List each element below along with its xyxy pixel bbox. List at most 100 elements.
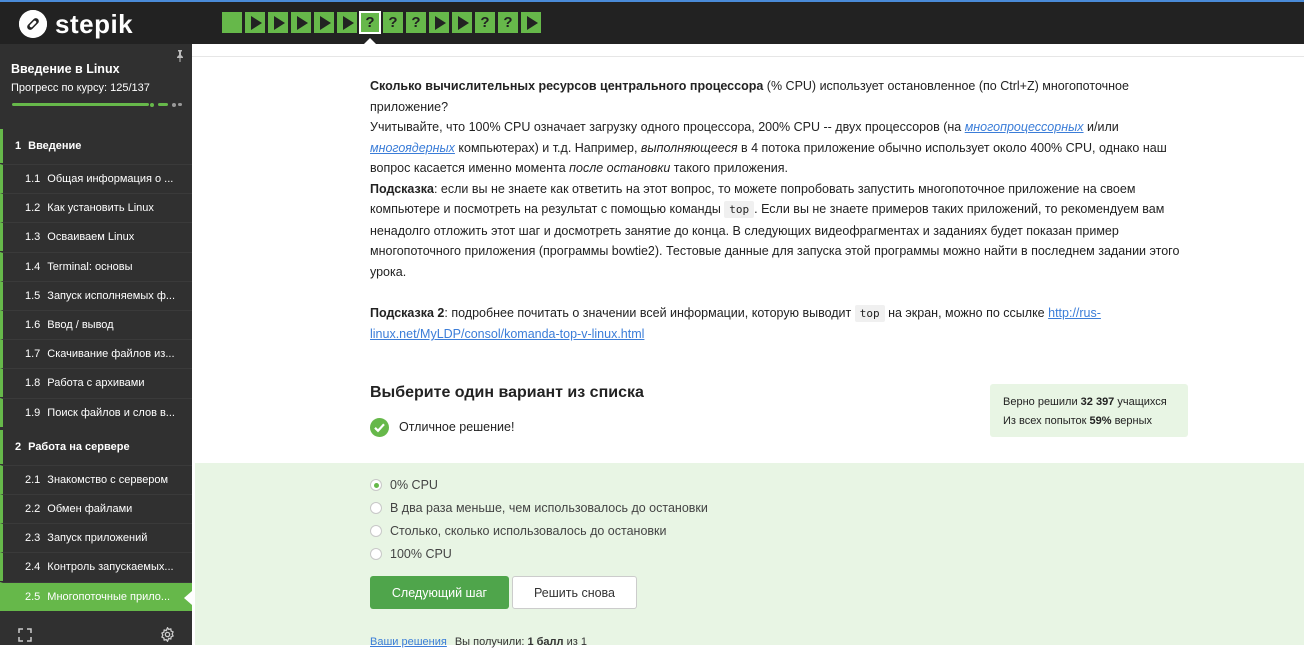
lesson-title: Поиск файлов и слов в... [47,406,175,419]
quiz-icon: ? [365,14,375,31]
quiz-icon: ? [503,14,513,31]
hint-paragraph: Подсказка: если вы не знаете как ответит… [370,179,1192,283]
stats-attempts: Из всех попыток 59% верных [1003,412,1175,431]
radio-button[interactable] [370,525,382,537]
section-title: Введение [28,140,82,152]
answer-option[interactable]: 100% CPU [370,545,452,563]
section-2[interactable]: 2 Работа на сервере [0,429,192,464]
text-part: Верно решили [1003,396,1081,408]
option-label: 100% CPU [390,547,452,561]
text-part: Вы получили: [454,636,528,648]
stats-solved: Верно решили 32 397 учащихся [1003,393,1175,412]
pin-icon[interactable] [175,50,185,62]
step-11[interactable] [452,12,472,33]
section-1[interactable]: 1 Введение [0,129,192,163]
emphasis: после остановки [569,161,671,175]
answer-option[interactable]: 0% CPU [370,476,438,494]
step-13[interactable]: ? [498,12,518,33]
sidebar-item-lesson[interactable]: 1.1 Общая информация о ... [0,164,192,193]
step-4[interactable] [291,12,311,33]
question-paragraph: Сколько вычислительных ресурсов централь… [370,76,1192,117]
score-line: Ваши решения Вы получили: 1 балл из 1 [370,636,587,648]
progress-label-text: Прогресс по курсу: [11,82,108,94]
hint2-label: Подсказка 2 [370,305,445,320]
gear-icon[interactable] [160,626,175,643]
answer-option[interactable]: Столько, сколько использовалось до остан… [370,522,666,540]
lesson-title: Запуск исполняемых ф... [47,289,176,302]
lesson-number: 1.3 [25,231,41,244]
solve-again-button[interactable]: Решить снова [512,576,637,609]
step-navigation: ????? [222,11,541,34]
sidebar-item-lesson[interactable]: 1.8 Работа с архивами [0,368,192,398]
lesson-number: 1.9 [25,406,41,419]
header-divider [192,56,1304,57]
play-icon [435,15,446,30]
expand-icon[interactable] [18,628,32,642]
sidebar-item-lesson[interactable]: 2.2 Обмен файлами [0,494,192,523]
text-part: Из всех попыток [1003,415,1090,427]
lesson-number: 1.5 [25,289,41,302]
lesson-title: Контроль запускаемых... [47,561,174,574]
course-title[interactable]: Введение в Linux [11,62,120,76]
quiz-title: Выберите один вариант из списка [370,384,644,401]
quiz-icon: ? [388,14,398,31]
radio-button[interactable] [370,479,382,491]
lesson-number: 2.2 [25,503,41,515]
step-5[interactable] [314,12,334,33]
step-12[interactable]: ? [475,12,495,33]
sidebar-item-lesson[interactable]: 2.5 Многопоточные прило... [0,581,192,611]
sidebar-item-lesson[interactable]: 2.3 Запуск приложений [0,523,192,553]
sidebar-item-lesson[interactable]: 1.9 Поиск файлов и слов в... [0,397,192,427]
next-step-button[interactable]: Следующий шаг [370,576,509,609]
section-number: 1 [15,140,22,152]
progress-value: 125/137 [110,82,150,94]
text-part: : подробнее почитать о значении всей инф… [444,305,855,320]
lesson-title: Terminal: основы [47,260,133,273]
sidebar-item-lesson[interactable]: 1.2 Как установить Linux [0,193,192,223]
your-solutions-link[interactable]: Ваши решения [370,636,447,648]
text-part: такого приложения. [670,161,788,175]
lesson-number: 2.4 [25,561,41,574]
progress-segment [178,103,182,106]
text-part: Учитывайте, что 100% CPU означает загруз… [370,120,965,134]
sidebar-item-lesson[interactable]: 2.1 Знакомство с сервером [0,464,192,494]
sidebar-item-lesson[interactable]: 1.7 Скачивание файлов из... [0,339,192,369]
lesson-title: Обмен файлами [47,503,133,515]
play-icon [320,15,331,30]
sidebar-item-lesson[interactable]: 1.3 Осваиваем Linux [0,222,192,252]
step-2[interactable] [245,12,265,33]
answer-option[interactable]: В два раза меньше, чем использовалось до… [370,499,708,517]
question-text: Сколько вычислительных ресурсов централь… [370,76,1192,345]
sidebar-item-lesson[interactable]: 2.4 Контроль запускаемых... [0,552,192,582]
lesson-title: Скачивание файлов из... [47,348,175,361]
emphasis: выполняющееся [640,140,738,155]
text-part: и/или [1083,120,1119,134]
sidebar-item-lesson[interactable]: 1.4 Terminal: основы [0,251,192,281]
play-icon [251,15,262,30]
lesson-title: Общая информация о ... [47,173,174,185]
section-title: Работа на сервере [28,440,130,453]
link-multicore[interactable]: многоядерных [370,141,455,155]
sidebar-item-lesson[interactable]: 1.6 Ввод / вывод [0,310,192,339]
explanation-paragraph: Учитывайте, что 100% CPU означает загруз… [370,117,1192,179]
step-8[interactable]: ? [383,12,403,33]
radio-button[interactable] [370,502,382,514]
play-icon [297,15,308,30]
sidebar-item-lesson[interactable]: 1.5 Запуск исполняемых ф... [0,280,192,310]
step-1[interactable] [222,12,242,33]
quiz-icon: ? [411,14,421,31]
stepik-logo[interactable]: stepik [19,9,133,39]
hint2-paragraph: Подсказка 2: подробнее почитать о значен… [370,303,1192,345]
step-14[interactable] [521,12,541,33]
step-6[interactable] [337,12,357,33]
step-7[interactable]: ? [359,11,381,34]
radio-button[interactable] [370,548,382,560]
text-part: учащихся [1114,396,1167,408]
step-9[interactable]: ? [406,12,426,33]
link-multiprocessor[interactable]: многопроцессорных [965,120,1084,134]
progress-dot [172,102,176,107]
question-bold: Сколько вычислительных ресурсов централь… [370,79,764,93]
step-10[interactable] [429,12,449,33]
lesson-number: 1.7 [25,348,41,361]
step-3[interactable] [268,12,288,33]
